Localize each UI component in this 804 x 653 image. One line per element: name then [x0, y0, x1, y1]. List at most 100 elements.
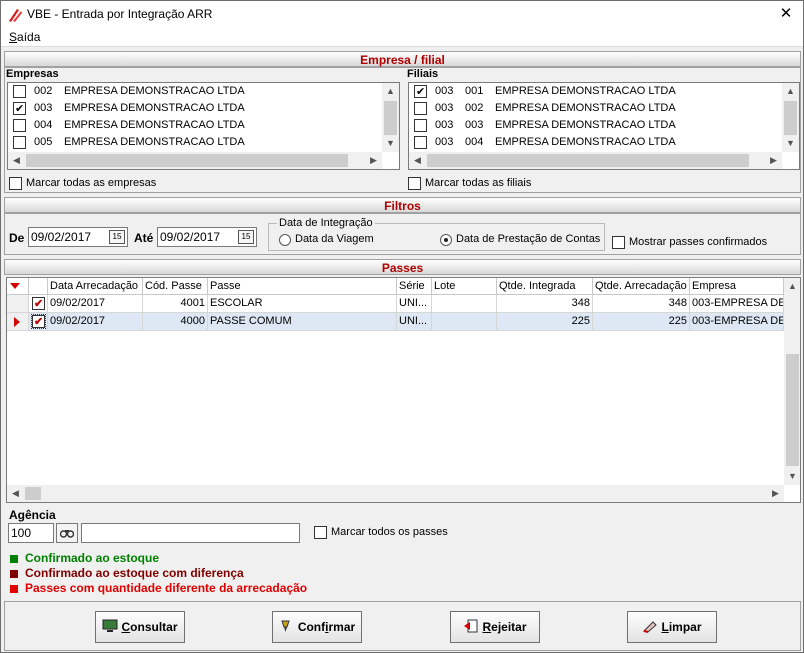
column-header[interactable]: Qtde. Arrecadação [593, 278, 690, 295]
filtros-section: De 09/02/2017 15 Até 09/02/2017 15 Data … [4, 213, 801, 255]
scroll-up-icon[interactable]: ▲ [784, 278, 800, 295]
row-check-cell[interactable] [29, 313, 48, 331]
scroll-thumb[interactable] [786, 354, 799, 466]
filial-checkbox[interactable] [414, 84, 427, 101]
mostrar-confirmados-checkbox[interactable] [612, 236, 625, 249]
grid-indicator-header [7, 278, 29, 295]
cell-qtde-arrecadacao: 225 [593, 313, 690, 331]
scroll-thumb[interactable] [25, 487, 41, 500]
empresas-hscroll[interactable]: ◀ ▶ [8, 152, 382, 169]
filial-empresa: 003 [435, 85, 454, 97]
binoculars-icon [59, 530, 75, 538]
passes-grid[interactable]: Data Arrecadação Cód. Passe Passe Série … [6, 277, 801, 503]
row-check-cell[interactable] [29, 295, 48, 313]
passes-hscroll[interactable]: ◀ ▶ [7, 485, 784, 502]
scroll-thumb[interactable] [26, 154, 348, 167]
scroll-right-icon[interactable]: ▶ [767, 485, 784, 502]
empresa-filial-section: Empresas 002 EMPRESA DEMONSTRACAO LTDA 0… [4, 67, 801, 193]
close-icon[interactable]: ✕ [775, 4, 797, 24]
scroll-thumb[interactable] [427, 154, 749, 167]
empresa-code: 002 [34, 85, 53, 97]
filial-checkbox[interactable] [414, 102, 427, 115]
mark-all-empresas-checkbox[interactable] [9, 177, 22, 190]
filial-checkbox[interactable] [414, 119, 427, 132]
filial-name: EMPRESA DEMONSTRACAO LTDA [495, 102, 676, 114]
empresa-checkbox[interactable] [13, 119, 26, 132]
rejeitar-button[interactable]: Rejeitar [450, 611, 540, 643]
table-row[interactable]: 09/02/2017 4001 ESCOLAR UNI... 348 348 0… [7, 295, 784, 313]
scroll-left-icon[interactable]: ◀ [8, 152, 25, 169]
scroll-right-icon[interactable]: ▶ [765, 152, 782, 169]
filiais-hscroll[interactable]: ◀ ▶ [409, 152, 782, 169]
empresa-checkbox[interactable] [13, 85, 26, 98]
list-item[interactable]: 003 002 EMPRESA DEMONSTRACAO LTDA [409, 100, 799, 117]
date-to-input[interactable]: 09/02/2017 15 [157, 227, 257, 247]
passes-vscroll[interactable]: ▲ ▼ [784, 278, 800, 485]
grid-check-header [29, 278, 48, 295]
list-item[interactable]: 005 EMPRESA DEMONSTRACAO LTDA [8, 134, 399, 151]
list-item[interactable]: 004 EMPRESA DEMONSTRACAO LTDA [8, 117, 399, 134]
calendar-icon[interactable]: 15 [109, 230, 125, 244]
empresa-code: 005 [34, 136, 53, 148]
menu-item-saida[interactable]: Saída [9, 30, 40, 44]
empresas-list[interactable]: 002 EMPRESA DEMONSTRACAO LTDA 003 EMPRES… [7, 82, 400, 170]
filial-code: 004 [465, 136, 484, 148]
agencia-description-input[interactable] [81, 523, 300, 543]
mark-all-empresas-label: Marcar todas as empresas [26, 177, 157, 189]
table-row[interactable]: 09/02/2017 4000 PASSE COMUM UNI... 225 2… [7, 313, 784, 331]
legend-confirmado: Confirmado ao estoque [25, 551, 160, 565]
column-header[interactable]: Série [397, 278, 432, 295]
radio-data-prestacao-label: Data de Prestação de Contas [456, 233, 601, 245]
radio-data-prestacao[interactable] [440, 234, 452, 246]
legend-diferenca: Confirmado ao estoque com diferença [25, 566, 244, 580]
column-header[interactable]: Empresa [690, 278, 784, 295]
filiais-vscroll[interactable]: ▲ ▼ [782, 83, 799, 152]
scroll-left-icon[interactable]: ◀ [409, 152, 426, 169]
list-item[interactable]: 002 EMPRESA DEMONSTRACAO LTDA [8, 83, 399, 100]
radio-data-viagem[interactable] [279, 234, 291, 246]
cell-cod: 4001 [143, 295, 208, 313]
empresa-checkbox[interactable] [13, 101, 26, 118]
empresa-code: 004 [34, 119, 53, 131]
row-checkbox[interactable] [32, 296, 45, 312]
legend-quantidade-swatch [10, 585, 18, 593]
mark-all-filiais-checkbox[interactable] [408, 177, 421, 190]
filiais-list[interactable]: 003 001 EMPRESA DEMONSTRACAO LTDA 003 00… [408, 82, 800, 170]
list-item[interactable]: 003 EMPRESA DEMONSTRACAO LTDA [8, 100, 399, 118]
passes-header: Passes [4, 259, 801, 275]
cell-serie: UNI... [397, 313, 432, 331]
mark-all-passes-checkbox[interactable] [314, 526, 327, 539]
consultar-button[interactable]: Consultar [95, 611, 185, 643]
scroll-down-icon[interactable]: ▼ [782, 135, 799, 152]
scroll-up-icon[interactable]: ▲ [782, 83, 799, 100]
list-item[interactable]: 003 001 EMPRESA DEMONSTRACAO LTDA [409, 83, 799, 101]
scroll-down-icon[interactable]: ▼ [382, 135, 399, 152]
empresa-checkbox[interactable] [13, 136, 26, 149]
date-from-input[interactable]: 09/02/2017 15 [28, 227, 128, 247]
list-item[interactable]: 003 003 EMPRESA DEMONSTRACAO LTDA [409, 117, 799, 134]
column-header[interactable]: Passe [208, 278, 397, 295]
scroll-thumb[interactable] [384, 101, 397, 135]
monitor-icon [102, 614, 118, 632]
column-header[interactable]: Data Arrecadação [48, 278, 143, 295]
filial-empresa: 003 [435, 119, 454, 131]
cell-serie: UNI... [397, 295, 432, 313]
calendar-icon[interactable]: 15 [238, 230, 254, 244]
limpar-button[interactable]: Limpar [627, 611, 717, 643]
column-header[interactable]: Lote [432, 278, 497, 295]
filial-checkbox[interactable] [414, 136, 427, 149]
scroll-right-icon[interactable]: ▶ [365, 152, 382, 169]
row-checkbox[interactable] [31, 314, 46, 330]
agencia-search-button[interactable] [56, 523, 78, 543]
reject-icon [463, 614, 479, 633]
agencia-code-input[interactable]: 100 [8, 523, 54, 543]
column-header[interactable]: Cód. Passe [143, 278, 208, 295]
scroll-left-icon[interactable]: ◀ [7, 485, 24, 502]
scroll-up-icon[interactable]: ▲ [382, 83, 399, 100]
list-item[interactable]: 003 004 EMPRESA DEMONSTRACAO LTDA [409, 134, 799, 151]
scroll-down-icon[interactable]: ▼ [784, 468, 800, 485]
confirmar-button[interactable]: Confirmar [272, 611, 362, 643]
column-header[interactable]: Qtde. Integrada [497, 278, 593, 295]
scroll-thumb[interactable] [784, 101, 797, 135]
empresas-vscroll[interactable]: ▲ ▼ [382, 83, 399, 152]
